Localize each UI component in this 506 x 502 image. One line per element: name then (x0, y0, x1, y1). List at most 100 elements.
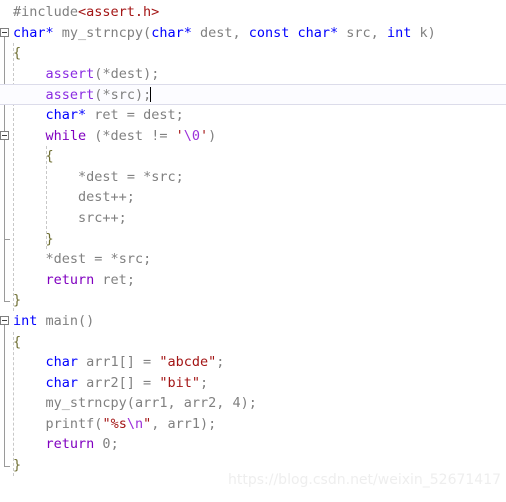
token-punct: * (45, 251, 54, 268)
code-line[interactable]: { (0, 332, 506, 353)
token-id (289, 25, 297, 41)
token-punct: = * (118, 168, 152, 185)
code-line[interactable]: } (0, 229, 506, 250)
token-str: ' (175, 127, 184, 144)
token-id: ret (94, 271, 127, 288)
token-macro: assert (45, 87, 95, 104)
token-punct: ; (175, 168, 184, 185)
token-punct: , (216, 395, 233, 412)
token-ctl: return (45, 271, 95, 288)
token-id: dest (53, 251, 87, 268)
code-line[interactable]: dest++; (0, 187, 506, 208)
text-caret (150, 87, 152, 103)
token-kw: char* (151, 24, 192, 41)
token-punct: * (102, 87, 111, 104)
token-brace: { (45, 148, 54, 165)
token-punct: ; (143, 251, 152, 268)
code-line[interactable]: return 0; (0, 434, 506, 455)
token-esc: \n (126, 415, 144, 432)
token-id: dest (86, 168, 119, 185)
code-line[interactable]: printf("%s\n", arr1); (0, 414, 506, 435)
token-brace: } (13, 292, 22, 309)
token-kw: char (45, 374, 79, 391)
token-str: " (143, 415, 152, 432)
token-id: printf (45, 415, 95, 432)
code-line[interactable]: { (0, 146, 506, 167)
token-punct: ++; (110, 189, 135, 206)
token-punct: , (370, 24, 387, 41)
token-str: ' (199, 127, 209, 144)
token-brace: } (45, 230, 54, 247)
token-id: src (78, 209, 103, 226)
token-id: src (151, 168, 176, 185)
token-punct: [] = (118, 374, 160, 391)
token-str: <assert.h> (78, 4, 160, 20)
code-line[interactable]: return ret; (0, 270, 506, 291)
token-punct: ); (240, 395, 257, 412)
token-punct: ++; (102, 209, 127, 226)
code-line[interactable]: { (0, 43, 506, 64)
token-id: arr1 (167, 415, 201, 432)
token-id: main (37, 312, 79, 329)
token-punct: , (167, 395, 184, 412)
token-id: src (118, 251, 144, 268)
token-punct: ; (126, 271, 135, 288)
token-macro: assert (45, 65, 95, 82)
token-punct: ( (126, 395, 135, 412)
code-line-current[interactable]: assert(*src); (0, 84, 506, 105)
code-line[interactable]: assert(*dest); (0, 64, 506, 85)
token-punct: ; (199, 374, 209, 391)
token-kw: int (386, 24, 412, 41)
token-kw: char (45, 354, 79, 371)
token-id: dest (110, 127, 144, 144)
token-punct: = * (86, 251, 119, 268)
token-str: "abcde" (159, 354, 217, 371)
token-pp: #include (13, 4, 79, 20)
token-kw: const (248, 24, 290, 41)
token-punct: ; (216, 354, 225, 371)
code-line[interactable]: *dest = *src; (0, 167, 506, 188)
code-editor[interactable]: #include<assert.h> char* my_strncpy(char*… (0, 0, 506, 502)
token-id: arr2 (183, 395, 217, 412)
code-line[interactable]: while (*dest != '\0') (0, 126, 506, 147)
token-id: k (411, 24, 428, 41)
token-id: dest (191, 24, 233, 41)
token-punct: [] = (118, 354, 160, 371)
code-line[interactable]: #include<assert.h> (0, 2, 506, 23)
code-line[interactable]: src++; (0, 208, 506, 229)
code-line[interactable]: char arr2[] = "bit"; (0, 373, 506, 394)
code-line[interactable]: char* ret = dest; (0, 105, 506, 126)
token-punct: ( (143, 24, 152, 41)
code-content[interactable]: #include<assert.h> char* my_strncpy(char*… (0, 2, 506, 476)
token-punct: = (126, 106, 144, 123)
token-id: dest (110, 65, 144, 82)
code-line[interactable]: char* my_strncpy(char* dest, const char*… (0, 23, 506, 44)
token-ctl: return (45, 436, 95, 453)
token-id: ret (86, 106, 127, 123)
code-line[interactable]: char arr1[] = "abcde"; (0, 352, 506, 373)
token-id: arr2 (78, 374, 119, 391)
code-line[interactable]: my_strncpy(arr1, arr2, 4); (0, 393, 506, 414)
token-id: my_strncpy (45, 395, 127, 412)
code-line[interactable]: *dest = *src; (0, 249, 506, 270)
token-punct: * (78, 168, 87, 185)
token-id: arr1 (134, 395, 168, 412)
token-id: src (338, 24, 371, 41)
token-num: 0 (94, 436, 111, 453)
token-id: arr1 (78, 354, 119, 371)
code-line[interactable]: } (0, 290, 506, 311)
code-line[interactable]: int main() (0, 311, 506, 332)
